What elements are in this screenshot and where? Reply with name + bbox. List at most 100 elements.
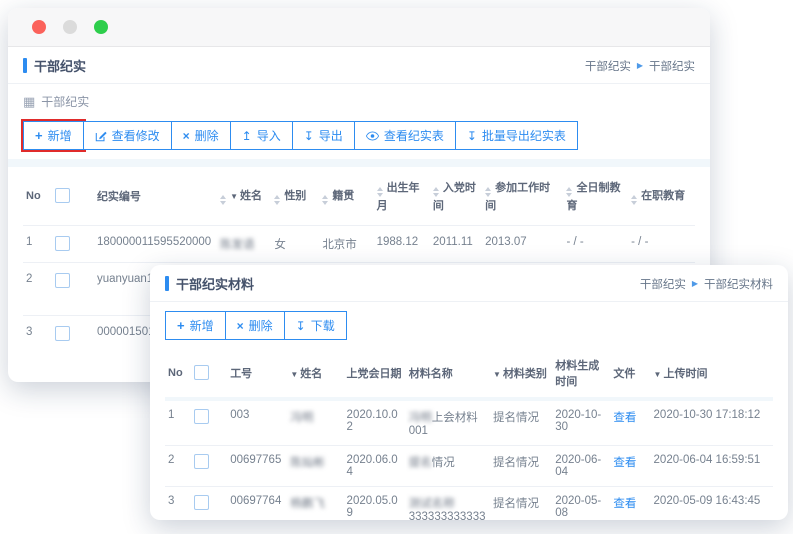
cell-gen-time: 2020-05-08: [552, 487, 610, 521]
view-record-table-button[interactable]: 查看纪实表: [354, 121, 456, 150]
batch-export-button[interactable]: ↧ 批量导出纪实表: [455, 121, 578, 150]
table-header-row: No 纪实编号 ▼姓名 性别 籍贯 出生年月 入党时间 参加工作时间 全日制教育…: [23, 167, 695, 226]
add-button[interactable]: + 新增: [165, 311, 226, 340]
table-top-band: [8, 159, 710, 167]
header-record-id: 纪实编号: [94, 167, 217, 226]
sort-icon[interactable]: [322, 195, 328, 205]
x-icon: ×: [183, 130, 190, 142]
header-select-all: [52, 167, 94, 226]
header-gen-time: 材料生成时间: [552, 349, 610, 399]
sort-icon[interactable]: [485, 187, 491, 197]
header-category: ▼材料类别: [490, 349, 552, 399]
header-select-all: [191, 349, 227, 399]
table-row: 1 003 冯明 2020.10.02 冯明上会材料001 提名情况 2020-…: [165, 399, 773, 446]
header-inservice-edu: 在职教育: [628, 167, 695, 226]
filter-icon[interactable]: ▼: [290, 370, 298, 379]
cell-material: 冯明上会材料001: [406, 399, 490, 446]
upload-icon: ↥: [242, 130, 252, 142]
cell-no: 1: [23, 226, 52, 263]
delete-label: 删除: [249, 317, 273, 334]
page-header: 干部纪实 干部纪实 ▶ 干部纪实: [8, 47, 710, 84]
cell-no: 3: [23, 316, 52, 383]
header-party-join: 入党时间: [430, 167, 482, 226]
export-button[interactable]: ↧ 导出: [292, 121, 355, 150]
delete-button[interactable]: × 删除: [225, 311, 285, 340]
view-edit-button[interactable]: 查看修改: [83, 121, 172, 150]
header-material: 材料名称: [406, 349, 490, 399]
page-title: 干部纪实: [23, 56, 86, 75]
back-toolbar: + 新增 查看修改 × 删除 ↥ 导入 ↧ 导出 查看纪实表 ↧ 批量导出纪实表: [8, 117, 710, 159]
cell-no: 1: [165, 399, 191, 446]
row-checkbox[interactable]: [194, 454, 209, 469]
breadcrumb-item-current: 干部纪实材料: [704, 276, 773, 292]
header-gender: 性别: [271, 167, 319, 226]
delete-label: 删除: [195, 127, 219, 144]
sort-icon[interactable]: [220, 195, 226, 205]
breadcrumb-item-parent[interactable]: 干部纪实: [585, 58, 631, 74]
add-button-label: 新增: [48, 127, 72, 144]
select-all-checkbox[interactable]: [194, 365, 209, 380]
view-file-link[interactable]: 查看: [613, 412, 636, 424]
select-all-checkbox[interactable]: [55, 188, 70, 203]
header-work-start: 参加工作时间: [482, 167, 563, 226]
title-accent-bar: [165, 276, 169, 291]
minimize-window-button[interactable]: [63, 20, 77, 34]
cell-emp-id: 00697765: [227, 446, 287, 487]
header-origin: 籍贯: [319, 167, 373, 226]
import-button[interactable]: ↥ 导入: [230, 121, 293, 150]
row-checkbox[interactable]: [194, 495, 209, 510]
add-button[interactable]: + 新增: [23, 121, 84, 150]
cell-meeting-date: 2020.10.02: [344, 399, 406, 446]
sort-icon[interactable]: [377, 187, 383, 197]
add-button-label: 新增: [190, 317, 214, 334]
cell-emp-id: 00697764: [227, 487, 287, 521]
sort-icon[interactable]: [566, 187, 572, 197]
sort-icon[interactable]: [631, 195, 637, 205]
row-checkbox[interactable]: [55, 236, 70, 251]
cell-name: 陈发语: [217, 226, 271, 263]
row-checkbox[interactable]: [55, 326, 70, 341]
plus-icon: +: [35, 129, 43, 142]
import-label: 导入: [257, 127, 281, 144]
front-toolbar: + 新增 × 删除 ↧ 下载: [150, 302, 788, 349]
table-grid-icon: ▦: [23, 95, 35, 108]
section-header: ▦ 干部纪实: [8, 84, 710, 117]
cell-gender: 女: [271, 226, 319, 263]
header-no: No: [23, 167, 52, 226]
cell-upload-time: 2020-10-30 17:18:12: [651, 399, 773, 446]
sort-icon[interactable]: [274, 195, 280, 205]
filter-icon[interactable]: ▼: [654, 370, 662, 379]
download-button[interactable]: ↧ 下载: [284, 311, 347, 340]
cell-gen-time: 2020-10-30: [552, 399, 610, 446]
breadcrumb: 干部纪实 ▶ 干部纪实: [585, 58, 695, 74]
row-checkbox[interactable]: [194, 409, 209, 424]
view-file-link[interactable]: 查看: [613, 498, 636, 510]
header-emp-id: 工号: [227, 349, 287, 399]
cell-no: 2: [165, 446, 191, 487]
page-title-text: 干部纪实: [34, 56, 86, 75]
cell-material: 测试名称333333333333: [406, 487, 490, 521]
eye-icon: [366, 131, 379, 141]
view-file-link[interactable]: 查看: [613, 457, 636, 469]
maximize-window-button[interactable]: [94, 20, 108, 34]
filter-icon[interactable]: ▼: [493, 370, 501, 379]
cell-inservice-edu: - / -: [628, 226, 695, 263]
header-name: ▼姓名: [287, 349, 343, 399]
table-row: 3 00697764 杨鹏飞 2020.05.09 测试名称3333333333…: [165, 487, 773, 521]
breadcrumb-item-parent[interactable]: 干部纪实: [640, 276, 686, 292]
delete-button[interactable]: × 删除: [171, 121, 231, 150]
table-row: 2 00697765 陈灿彬 2020.06.04 提名情况 提名情况 2020…: [165, 446, 773, 487]
cadre-materials-window: 干部纪实材料 干部纪实 ▶ 干部纪实材料 + 新增 × 删除 ↧ 下载 No: [150, 265, 788, 520]
cell-origin: 北京市: [319, 226, 373, 263]
window-titlebar: [8, 8, 710, 47]
row-checkbox[interactable]: [55, 273, 70, 288]
sort-icon[interactable]: [433, 187, 439, 197]
view-record-label: 查看纪实表: [384, 127, 444, 144]
table-row: 1 180000011595520000 陈发语 女 北京市 1988.12 2…: [23, 226, 695, 263]
section-label: 干部纪实: [41, 93, 89, 110]
breadcrumb: 干部纪实 ▶ 干部纪实材料: [640, 276, 773, 292]
close-window-button[interactable]: [32, 20, 46, 34]
header-upload-time: ▼上传时间: [651, 349, 773, 399]
filter-icon[interactable]: ▼: [230, 192, 238, 201]
header-name: ▼姓名: [217, 167, 271, 226]
